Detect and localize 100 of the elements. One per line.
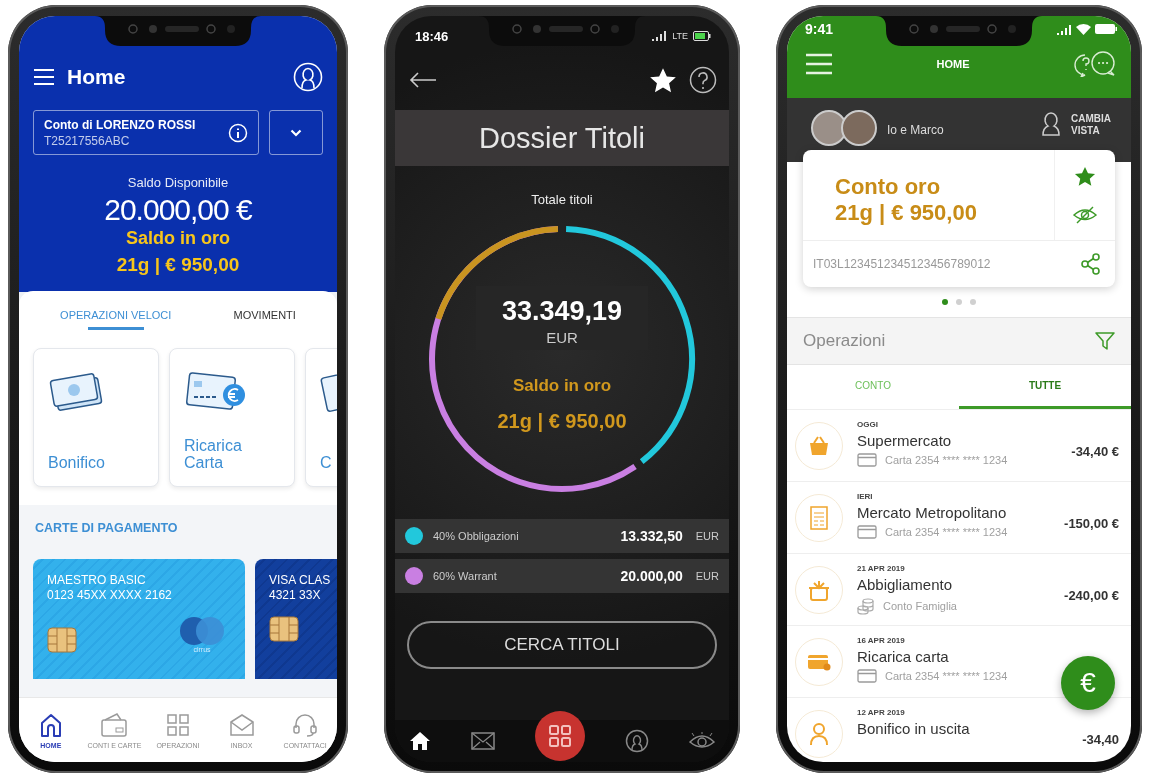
network-label: LTE [672, 31, 688, 41]
card-number: 0123 45XX XXXX 2162 [47, 588, 173, 602]
home-icon[interactable] [409, 731, 431, 751]
switch-view-link[interactable]: CAMBIA VISTA [1071, 113, 1117, 136]
transaction-name: Bonifico in uscita [857, 720, 970, 737]
metal-balance-label: Saldo in oro [512, 375, 612, 396]
gift-icon [808, 579, 830, 601]
tab[interactable]: MOVIMENTI [229, 309, 300, 330]
wallet-icon [99, 711, 130, 738]
holding-amount: 13.332,50 [620, 528, 683, 544]
card-number: 4321 33X [269, 588, 322, 602]
payment-source: Conto Famiglia [883, 600, 957, 612]
signal-icon [651, 31, 668, 41]
account-selector[interactable]: Conto di LORENZO ROSSI T25217556ABC [33, 110, 259, 155]
metal-balance-value: 21g | € 950,00 [497, 409, 627, 433]
star-icon[interactable] [1074, 165, 1096, 187]
page-dot[interactable] [942, 299, 948, 305]
transaction-name: Ricarica carta [857, 648, 949, 665]
account-title: Conto oro [835, 174, 942, 200]
total-amount: 33.349,19 [501, 295, 623, 327]
menu-grid-button[interactable] [535, 711, 585, 761]
metal-balance-value: 21g | € 950,00 [116, 254, 240, 276]
transaction-date: 21 APR 2019 [857, 564, 905, 573]
info-icon[interactable] [228, 122, 248, 143]
holding-label: 40% Obbligazioni [433, 530, 520, 542]
euro-action-button[interactable]: € [1061, 656, 1115, 710]
screen-title: HOME [935, 58, 971, 70]
coins-icon [857, 597, 875, 615]
transaction-amount: -240,00 € [1064, 588, 1119, 603]
payment-source: Carta 2354 **** **** 1234 [885, 670, 1008, 682]
account-balance: 21g | € 950,00 [835, 200, 978, 226]
transaction-date: IERI [857, 492, 873, 501]
page-dot[interactable] [970, 299, 976, 305]
total-label: Totale titoli [530, 192, 594, 207]
account-name: Conto di LORENZO ROSSI [44, 117, 197, 132]
filter-icon[interactable] [1095, 331, 1115, 351]
payment-source: Carta 2354 **** **** 1234 [885, 526, 1008, 538]
section-title: Operazioni [803, 331, 886, 351]
chevron-down-icon [290, 128, 302, 137]
share-icon[interactable] [1081, 253, 1101, 275]
quick-action-card[interactable]: Ricarica Carta [169, 348, 295, 487]
transaction-name: Abbigliamento [857, 576, 953, 593]
screen-title: Home [67, 65, 126, 89]
transaction-amount: -150,00 € [1064, 516, 1119, 531]
back-arrow-icon[interactable] [409, 72, 437, 88]
battery-icon [1095, 24, 1117, 34]
card-icon [857, 669, 877, 683]
basket-icon [808, 436, 830, 456]
iban-text: IT03L1234512345123456789012 [813, 257, 991, 271]
holding-label: 60% Warrant [433, 570, 498, 582]
headset-icon [291, 711, 320, 738]
transaction-row[interactable]: 21 APR 2019 Abbigliamento Conto Famiglia -240,00 € [787, 554, 1131, 626]
receipt-icon [810, 506, 828, 530]
profile-icon[interactable] [1039, 110, 1063, 136]
balance-label: Saldo Disponibile [127, 175, 229, 190]
holding-currency: EUR [695, 530, 719, 542]
mail-icon [227, 711, 256, 738]
holding-currency: EUR [695, 570, 719, 582]
page-dot[interactable] [956, 299, 962, 305]
page-title: Dossier Titoli [395, 110, 729, 166]
balance-amount: 20.000,00 € [104, 193, 252, 227]
status-time: 18:46 [415, 28, 449, 44]
dropdown-button[interactable] [269, 110, 323, 155]
payment-source: Carta 2354 **** **** 1234 [885, 454, 1008, 466]
signal-icon [1056, 23, 1072, 35]
account-number: T25217556ABC [44, 133, 131, 148]
mail-icon[interactable] [471, 732, 495, 750]
card-name: MAESTRO BASIC [47, 573, 147, 587]
chip-icon [47, 627, 77, 653]
avatar [841, 110, 877, 146]
transaction-name: Mercato Metropolitano [857, 504, 1007, 521]
transaction-name: Supermercato [857, 432, 952, 449]
star-icon[interactable] [649, 66, 677, 94]
metal-balance-label: Saldo in oro [126, 228, 230, 249]
section-title: CARTE DI PAGAMENTO [35, 521, 179, 535]
quick-action-card[interactable]: C [305, 348, 337, 487]
card-icon [807, 653, 831, 671]
eye-icon[interactable] [689, 732, 715, 750]
chat-bubbles-icon[interactable] [1073, 51, 1117, 77]
help-icon[interactable] [689, 66, 717, 94]
payment-card[interactable]: VISA CLAS 4321 33X [255, 559, 337, 679]
transaction-row[interactable]: OGGI Supermercato Carta 2354 **** **** 1234 -34,40 € [787, 410, 1131, 482]
card-icon [857, 525, 877, 539]
grid-icon [548, 724, 572, 748]
transaction-amount: -34,40 [1082, 732, 1119, 747]
eye-slash-icon[interactable] [1073, 206, 1097, 225]
currency-label: EUR [546, 328, 578, 346]
tab[interactable]: TUTTE [959, 365, 1131, 409]
person-icon [809, 723, 829, 745]
transaction-date: OGGI [857, 420, 878, 429]
search-securities-button[interactable]: CERCA TITOLI [407, 621, 717, 669]
transaction-row[interactable]: IERI Mercato Metropolitano Carta 2354 **** **** 1234 -150,00 € [787, 482, 1131, 554]
wifi-icon [1076, 23, 1091, 35]
transaction-date: 16 APR 2019 [857, 636, 905, 645]
profile-icon[interactable] [625, 729, 649, 753]
card-logo-icon [179, 616, 225, 646]
quick-action-card[interactable]: Bonifico [33, 348, 159, 487]
transaction-amount: -34,40 € [1071, 444, 1119, 459]
chip-icon [269, 616, 299, 642]
card-icon [857, 453, 877, 467]
